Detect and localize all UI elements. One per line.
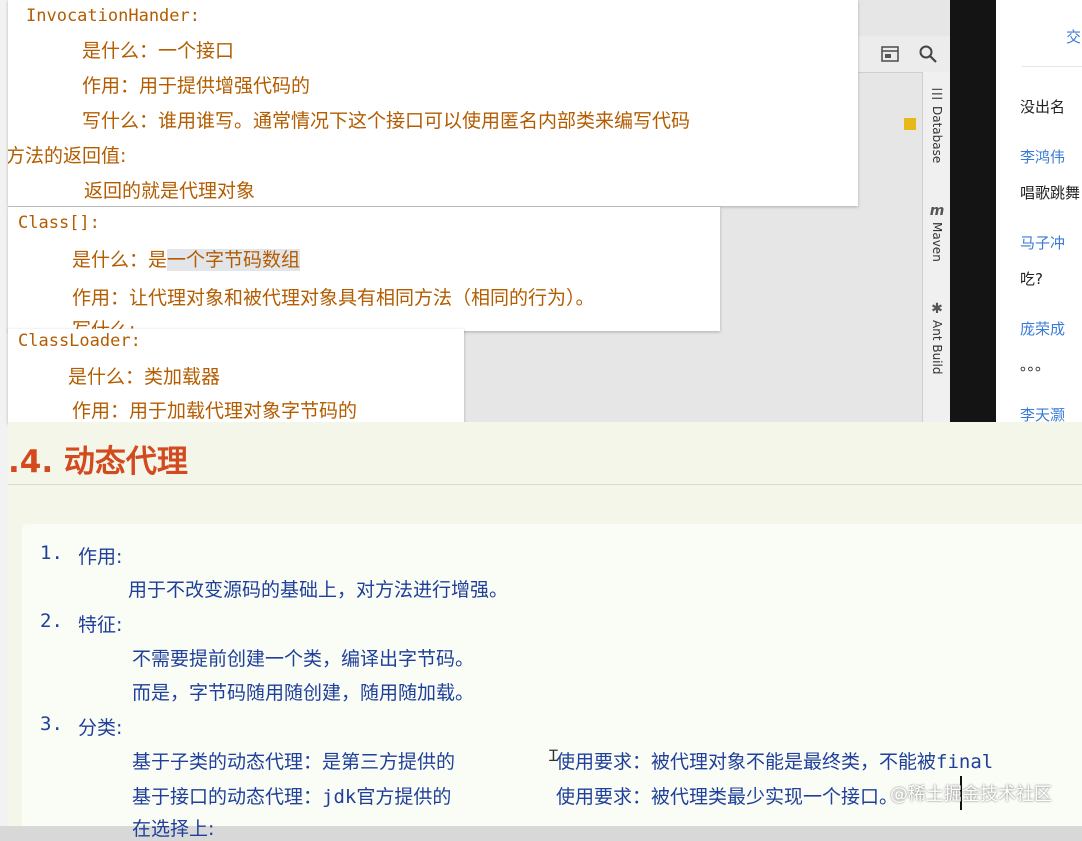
tool-tab-database[interactable]: ☰ Database <box>923 86 951 163</box>
list-title: 特征: <box>78 614 123 636</box>
card-line-what: 是什么：一个接口 <box>82 40 235 62</box>
list-body: 使用要求：被代理类最少实现一个接口。 <box>556 786 899 808</box>
card-line-use: 作用：用于加载代理对象字节码的 <box>72 400 358 422</box>
chat-message: 。。。 <box>1020 356 1051 374</box>
document-view: .4. 动态代理 1. 作用: 用于不改变源码的基础上，对方法进行增强。 2. … <box>8 422 1082 840</box>
card-title: Class[]: <box>18 213 100 233</box>
database-icon: ☰ <box>930 87 944 103</box>
warning-marker[interactable] <box>904 118 916 130</box>
card-line-use: 作用：让代理对象和被代理对象具有相同方法（相同的行为）。 <box>72 287 595 309</box>
list-number: 2. <box>40 610 63 632</box>
chat-username[interactable]: 马子冲 <box>1020 232 1065 253</box>
ant-icon: ✱ <box>931 301 943 317</box>
card-line-use: 作用：用于提供增强代码的 <box>82 75 311 97</box>
section-heading: .4. 动态代理 <box>8 444 188 480</box>
chat-divider <box>1022 66 1082 67</box>
card-title: InvocationHander: <box>26 6 200 26</box>
list-body: 基于接口的动态代理：jdk官方提供的 <box>132 786 452 808</box>
list-body: 在选择上: <box>132 818 215 840</box>
text-cursor-icon: Ɪ <box>549 746 558 765</box>
chat-username[interactable]: 李鸿伟 <box>1020 146 1065 167</box>
list-title: 作用: <box>78 546 123 568</box>
tool-tab-ant-build[interactable]: ✱ Ant Build <box>923 300 951 374</box>
list-body: 而是，字节码随用随创建，随用随加载。 <box>132 682 475 704</box>
list-body: 用于不改变源码的基础上，对方法进行增强。 <box>128 579 509 601</box>
card-line-return-label: 方法的返回值: <box>8 145 127 167</box>
list-body: 不需要提前创建一个类，编译出字节码。 <box>132 648 475 670</box>
list-number: 1. <box>40 542 63 564</box>
card-line-return-value: 返回的就是代理对象 <box>84 180 256 202</box>
heading-divider <box>8 484 1082 485</box>
right-tool-bar: ☰ Database m Maven ✱ Ant Build <box>922 72 951 422</box>
card-line-what: 是什么：类加载器 <box>68 366 221 388</box>
chat-message: 没出名 <box>1020 98 1066 116</box>
card-line-write: 写什么：谁用谁写。通常情况下这个接口可以使用匿名内部类来编写代码 <box>82 110 691 132</box>
card-title: ClassLoader: <box>18 331 141 351</box>
search-icon[interactable] <box>918 44 938 64</box>
maven-icon: m <box>929 203 945 219</box>
card-line-what: 是什么：是一个字节码数组 <box>72 249 301 271</box>
window-divider <box>950 0 996 425</box>
tool-tab-maven[interactable]: m Maven <box>923 202 951 262</box>
chat-tab-label[interactable]: 交 <box>1066 26 1081 47</box>
selected-text[interactable]: 一个字节码数组 <box>167 249 301 271</box>
chat-panel: 交 没出名 李鸿伟 唱歌跳舞 马子冲 吃? 庞荣成 。。。 李天灏 <box>996 0 1082 425</box>
chat-username[interactable]: 庞荣成 <box>1020 318 1065 339</box>
list-number: 3. <box>40 713 63 735</box>
window-icon[interactable] <box>880 44 900 64</box>
list-title: 分类: <box>78 717 123 739</box>
note-card-class-array: Class[]: 是什么：是一个字节码数组 作用：让代理对象和被代理对象具有相同… <box>8 207 720 331</box>
note-card-classloader: ClassLoader: 是什么：类加载器 作用：用于加载代理对象字节码的 <box>8 329 464 423</box>
list-body: 基于子类的动态代理：是第三方提供的 <box>132 751 456 773</box>
chat-message: 唱歌跳舞 <box>1020 184 1081 202</box>
ide-toolbar <box>858 36 950 73</box>
note-card-invocationhandler: InvocationHander: 是什么：一个接口 作用：用于提供增强代码的 … <box>8 0 858 206</box>
chat-message: 吃? <box>1020 270 1043 288</box>
watermark: @稀土掘金技术社区 <box>890 784 1052 805</box>
list-body: 使用要求：被代理对象不能是最终类，不能被final <box>556 751 994 773</box>
